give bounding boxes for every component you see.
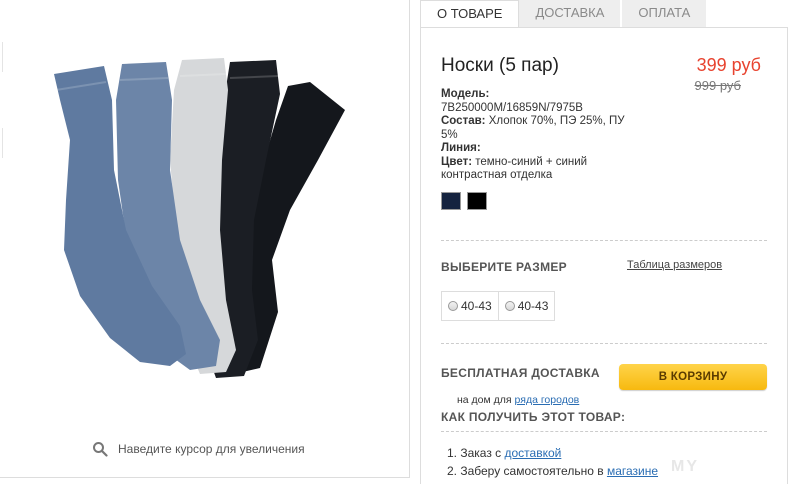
step-text: 1. Заказ с [447, 446, 502, 460]
tab-about[interactable]: О ТОВАРЕ [420, 0, 520, 28]
model-value: 7B250000M/16859N/7975B [441, 101, 583, 114]
how-to-get-heading: КАК ПОЛУЧИТЬ ЭТОТ ТОВАР: [441, 410, 626, 424]
size-option-label: 40-43 [461, 299, 492, 313]
watermark: MY [671, 458, 699, 475]
delivery-note: на дом для ряда городов [457, 394, 579, 406]
tab-payment[interactable]: ОПЛАТА [622, 0, 709, 28]
divider [441, 431, 767, 432]
product-properties: Модель: 7B250000M/16859N/7975B Состав: Х… [441, 88, 631, 183]
list-item: 2. Заберу самостоятельно в магазине [447, 462, 658, 480]
product-tabs: О ТОВАРЕ ДОСТАВКА ОПЛАТА [420, 0, 709, 28]
zoom-hint-text: Наведите курсор для увеличения [118, 442, 305, 456]
size-option-label: 40-43 [517, 299, 549, 313]
tab-delivery[interactable]: ДОСТАВКА [519, 0, 623, 28]
free-delivery-label: БЕСПЛАТНАЯ ДОСТАВКА [441, 366, 600, 380]
list-item: 1. Заказ с доставкой [447, 444, 658, 462]
composition-label: Состав: [441, 115, 486, 127]
product-details: Носки (5 пар) 399 руб 999 руб Модель: 7B… [420, 27, 788, 484]
delivery-note-text: на дом для [457, 394, 512, 406]
store-link[interactable]: магазине [607, 464, 658, 478]
zoom-hint: Наведите курсор для увеличения [92, 441, 305, 457]
step-text: 2. Заберу самостоятельно в [447, 464, 604, 478]
gallery-edge-marker [0, 128, 3, 158]
product-title: Носки (5 пар) [441, 55, 559, 76]
product-gallery: Наведите курсор для увеличения [0, 0, 410, 478]
color-swatches [441, 192, 487, 210]
color-swatch-black[interactable] [467, 192, 487, 210]
line-label: Линия: [441, 142, 481, 154]
cities-link[interactable]: ряда городов [515, 394, 580, 406]
size-option[interactable]: 40-43 [442, 292, 498, 320]
gallery-edge-marker [0, 42, 3, 72]
size-table-link[interactable]: Таблица размеров [627, 259, 722, 271]
divider [441, 240, 767, 241]
product-price: 399 руб [696, 55, 761, 75]
radio-button[interactable] [448, 301, 458, 311]
delivery-link[interactable]: доставкой [505, 446, 562, 460]
delivery-steps: 1. Заказ с доставкой 2. Заберу самостоят… [447, 444, 658, 480]
size-heading: ВЫБЕРИТЕ РАЗМЕР [441, 260, 567, 274]
radio-button[interactable] [504, 301, 515, 311]
size-option[interactable]: 40-43 [497, 292, 555, 320]
color-swatch-navy[interactable] [441, 192, 461, 210]
product-page: Наведите курсор для увеличения О ТОВАРЕ … [0, 0, 790, 484]
magnifier-icon [93, 442, 108, 457]
divider [441, 343, 767, 344]
color-label: Цвет: [441, 155, 473, 168]
product-image-socks[interactable] [40, 50, 360, 390]
product-old-price: 999 руб [694, 78, 741, 93]
size-options: 40-43 40-43 [441, 291, 556, 321]
model-label: Модель: [441, 88, 490, 100]
add-to-cart-button[interactable]: В КОРЗИНУ [619, 364, 767, 390]
